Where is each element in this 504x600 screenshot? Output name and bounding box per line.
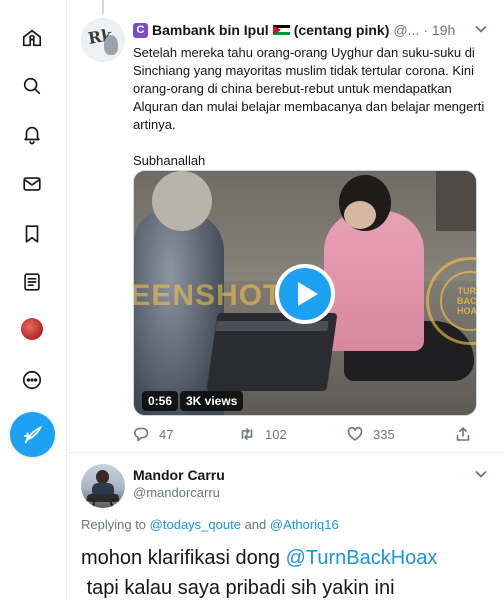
- sidebar: [0, 0, 66, 600]
- mention-link[interactable]: @todays_qoute: [150, 517, 241, 532]
- tweet2-handle[interactable]: @mandorcarru: [133, 485, 220, 500]
- retweet-button[interactable]: 102: [239, 426, 287, 442]
- notifications-icon[interactable]: [18, 120, 46, 148]
- tweet2-author-name[interactable]: Mandor Carru: [133, 467, 225, 483]
- home-icon[interactable]: [18, 24, 46, 52]
- retweet-icon: [241, 428, 253, 440]
- mention-link[interactable]: @Athoriq16: [270, 517, 339, 532]
- tweet1-more-chevron-icon[interactable]: [474, 22, 488, 36]
- tweet1-paragraph: Subhanallah: [133, 153, 206, 168]
- share-icon: [456, 427, 470, 441]
- tweet-divider: [67, 452, 504, 453]
- palestine-flag-icon: [272, 24, 290, 36]
- tweet1-author-suffix[interactable]: (centang pink): [294, 22, 390, 38]
- separator-dot: ·: [423, 22, 428, 38]
- timeline: Rk C Bambank bin Ipul (centang pink) @..…: [66, 0, 504, 600]
- reply-count: 47: [159, 426, 174, 442]
- tweet1-paragraph: Setelah mereka tahu orang-orang Uyghur d…: [133, 45, 485, 132]
- compose-icon: [23, 425, 42, 443]
- reply-icon: [134, 427, 149, 442]
- video-views: 3K views: [180, 391, 244, 411]
- retweet-count: 102: [265, 426, 287, 442]
- tweet1-handle[interactable]: @...: [393, 22, 419, 38]
- like-button[interactable]: 335: [347, 426, 395, 442]
- mention-link[interactable]: @TurnBackHoax: [286, 547, 438, 569]
- tweet1-timestamp[interactable]: 19h: [432, 22, 455, 38]
- tweet1-avatar[interactable]: Rk: [81, 18, 125, 62]
- tweet1-video[interactable]: SCREENSHOT TURN BACK HOAX 0:56 3K views: [133, 170, 477, 416]
- play-icon: [298, 282, 318, 306]
- more-icon[interactable]: [18, 366, 46, 394]
- tweet2-avatar[interactable]: [81, 464, 125, 508]
- compose-button[interactable]: [10, 412, 55, 457]
- tweet1-text: Setelah mereka tahu orang-orang Uyghur d…: [133, 44, 493, 188]
- thread-line: [102, 0, 104, 14]
- profile-avatar[interactable]: [21, 318, 43, 340]
- share-button[interactable]: [455, 426, 481, 442]
- tweet2-text: mohon klarifikasi dong @TurnBackHoax tap…: [81, 547, 438, 599]
- like-count: 335: [373, 426, 395, 442]
- replying-to: Replying to @todays_qoute and @Athoriq16: [81, 517, 339, 532]
- reply-button[interactable]: 47: [133, 426, 173, 442]
- messages-icon[interactable]: [18, 170, 46, 198]
- bookmarks-icon[interactable]: [18, 220, 46, 248]
- pink-badge-icon: C: [133, 22, 148, 38]
- tweet1-actions: 47 102 335: [133, 426, 477, 446]
- explore-icon[interactable]: [18, 72, 46, 100]
- tweet2-more-chevron-icon[interactable]: [474, 467, 488, 481]
- tweet1-author-name[interactable]: Bambank bin Ipul: [152, 22, 269, 38]
- heart-icon: [347, 426, 363, 441]
- play-button[interactable]: [275, 264, 335, 324]
- tweet1-header: C Bambank bin Ipul (centang pink) @... ·…: [133, 20, 488, 40]
- lists-icon[interactable]: [18, 268, 46, 296]
- screenshot-watermark: SCREENSHOT: [133, 279, 283, 312]
- video-duration: 0:56: [142, 391, 179, 411]
